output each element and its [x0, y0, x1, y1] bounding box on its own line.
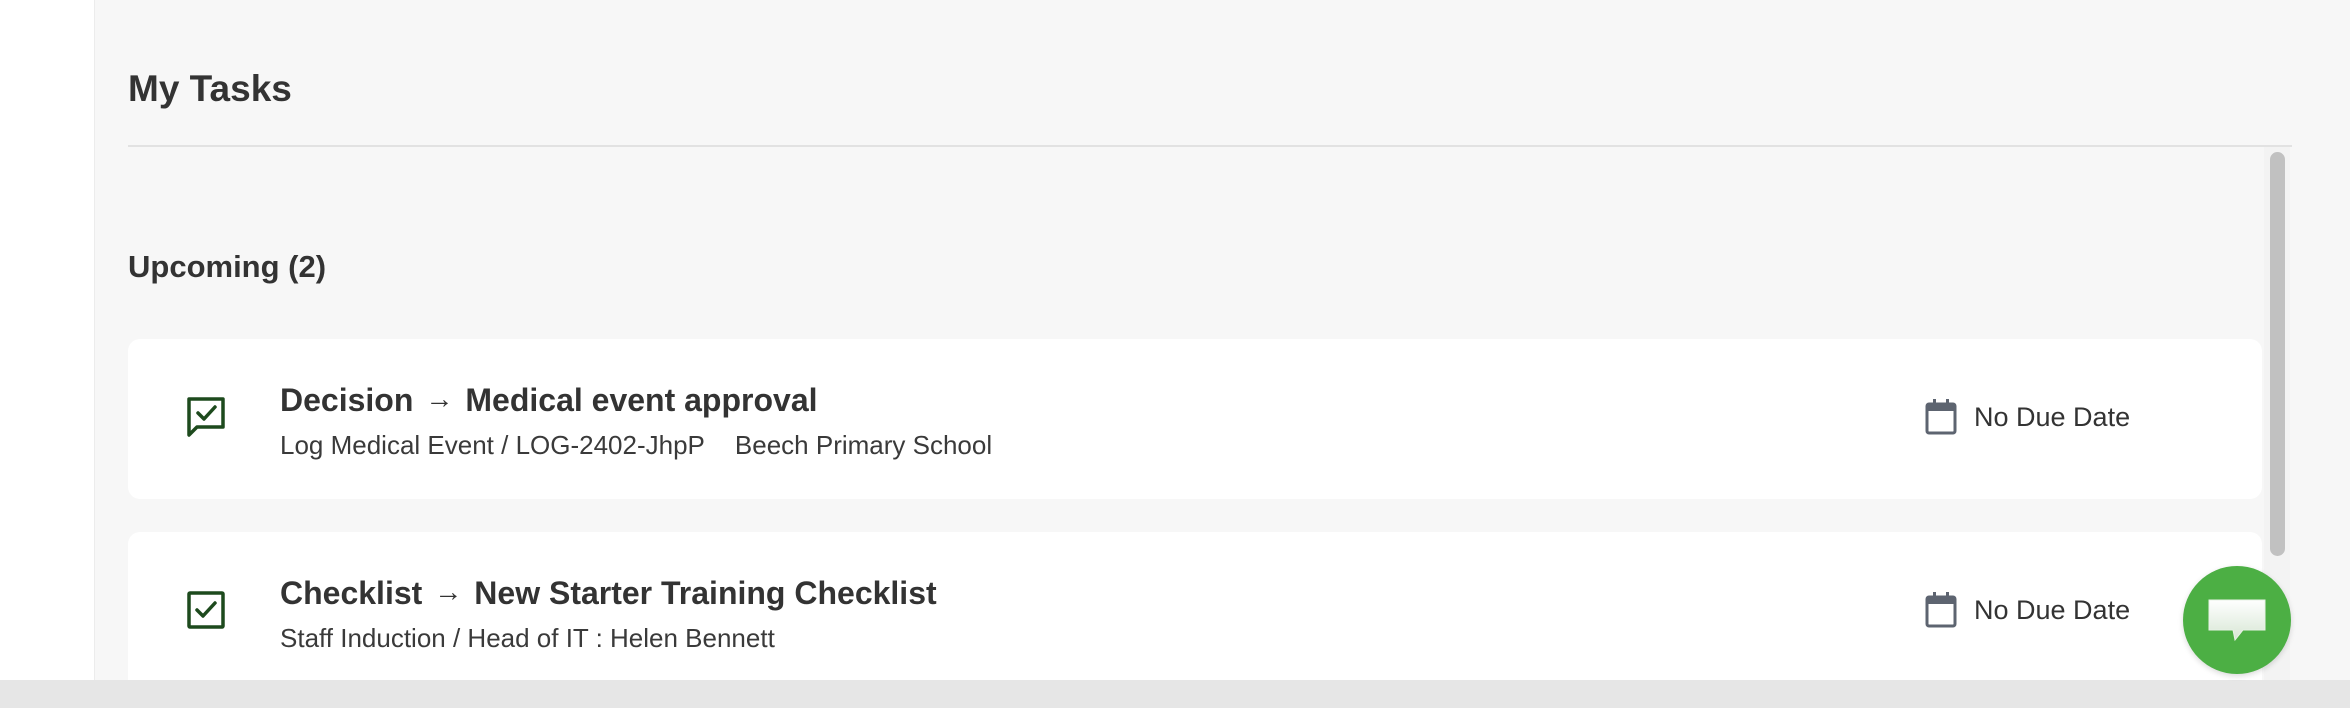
task-type: Checklist [280, 575, 423, 611]
upcoming-heading: Upcoming (2) [128, 249, 327, 284]
due-date-label: No Due Date [1974, 401, 2131, 432]
task-name: New Starter Training Checklist [474, 575, 937, 611]
task-source: Staff Induction / Head of IT : Helen Ben… [280, 623, 775, 653]
scrollbar-thumb[interactable] [2270, 152, 2285, 556]
left-gutter [0, 0, 94, 680]
task-name: Medical event approval [465, 382, 818, 418]
decision-icon [187, 397, 225, 437]
task-subtitle: Log Medical Event / LOG-2402-JhpP Beech P… [280, 428, 992, 462]
page-title: My Tasks [128, 68, 292, 109]
chat-icon [2208, 599, 2266, 642]
task-source: Log Medical Event / LOG-2402-JhpP [280, 430, 705, 460]
calendar-icon [1925, 592, 1957, 628]
task-title: Decision → Medical event approval [280, 379, 818, 423]
calendar-icon [1925, 399, 1957, 435]
task-title: Checklist → New Starter Training Checklist [280, 572, 937, 616]
due-date: No Due Date [1924, 397, 2130, 437]
task-card[interactable]: Checklist → New Starter Training Checklist… [128, 532, 2262, 692]
task-type: Decision [280, 382, 414, 418]
arrow-right-icon: → [425, 383, 454, 414]
task-subtitle: Staff Induction / Head of IT : Helen Ben… [280, 621, 775, 655]
arrow-right-icon: → [434, 576, 463, 607]
due-date: No Due Date [1924, 590, 2130, 630]
task-card[interactable]: Decision → Medical event approval Log Medi… [128, 339, 2262, 499]
bottom-bar [0, 680, 2350, 708]
chat-button[interactable] [2183, 566, 2291, 674]
checklist-icon [187, 591, 225, 629]
title-divider [128, 145, 2292, 147]
task-location: Beech Primary School [734, 430, 993, 460]
due-date-label: No Due Date [1974, 594, 2131, 625]
